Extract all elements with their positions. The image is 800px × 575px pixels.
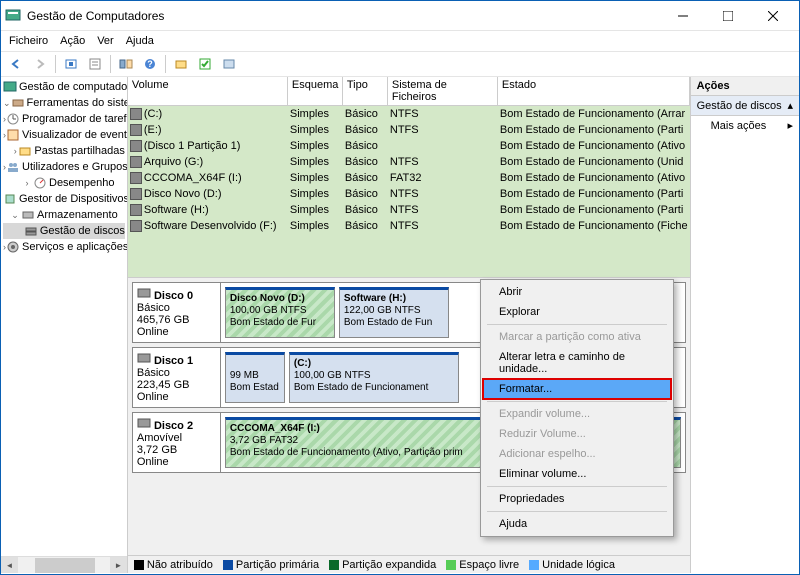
ctx-format[interactable]: Formatar... xyxy=(483,379,671,399)
volume-icon xyxy=(130,140,142,152)
context-menu: Abrir Explorar Marcar a partição como at… xyxy=(480,279,674,537)
ctx-open[interactable]: Abrir xyxy=(483,282,671,302)
actions-pane: Ações Gestão de discos▴ Mais ações▸ xyxy=(691,77,799,573)
disk-icon xyxy=(137,417,151,429)
menu-view[interactable]: Ver xyxy=(97,35,114,47)
actions-disk-mgmt[interactable]: Gestão de discos▴ xyxy=(691,96,799,116)
disk-icon xyxy=(137,352,151,364)
disk-0-label: Disco 0 Básico 465,76 GB Online xyxy=(133,283,221,342)
ctx-change-letter[interactable]: Alterar letra e caminho de unidade... xyxy=(483,347,671,379)
menu-action[interactable]: Ação xyxy=(60,35,85,47)
menu-file[interactable]: Ficheiro xyxy=(9,35,48,47)
action-1-button[interactable] xyxy=(170,53,192,75)
tree-shared-folders[interactable]: ›Pastas partilhadas xyxy=(3,143,125,159)
action-2-button[interactable] xyxy=(194,53,216,75)
tree-storage[interactable]: ⌄Armazenamento xyxy=(3,207,125,223)
col-volume[interactable]: Volume xyxy=(128,77,288,105)
svg-text:?: ? xyxy=(147,59,153,69)
volume-icon xyxy=(130,108,142,120)
volume-icon xyxy=(130,156,142,168)
disk-0-partition-d[interactable]: Disco Novo (D:)100,00 GB NTFSBom Estado … xyxy=(225,287,335,338)
col-type[interactable]: Tipo xyxy=(343,77,388,105)
back-button[interactable] xyxy=(5,53,27,75)
menu-help[interactable]: Ajuda xyxy=(126,35,154,47)
ctx-mark-active: Marcar a partição como ativa xyxy=(483,327,671,347)
legend-logical: Unidade lógica xyxy=(529,559,615,571)
refresh-button[interactable] xyxy=(115,53,137,75)
volume-icon xyxy=(130,220,142,232)
volume-icon xyxy=(130,172,142,184)
minimize-button[interactable] xyxy=(660,1,705,30)
volume-row[interactable]: (C:)SimplesBásicoNTFSBom Estado de Funci… xyxy=(128,106,690,122)
tree-sys-tools[interactable]: ⌄Ferramentas do sistema xyxy=(3,95,125,111)
legend-free: Espaço livre xyxy=(446,559,519,571)
volume-icon xyxy=(130,188,142,200)
tree-task-scheduler[interactable]: ›Programador de tarefas xyxy=(3,111,125,127)
window-title: Gestão de Computadores xyxy=(27,9,660,23)
action-3-button[interactable] xyxy=(218,53,240,75)
volume-row[interactable]: Software (H:)SimplesBásicoNTFSBom Estado… xyxy=(128,202,690,218)
maximize-button[interactable] xyxy=(705,1,750,30)
ctx-delete[interactable]: Eliminar volume... xyxy=(483,464,671,484)
tree-performance[interactable]: ›Desempenho xyxy=(3,175,125,191)
volume-icon xyxy=(130,124,142,136)
col-status[interactable]: Estado xyxy=(498,77,690,105)
volume-icon xyxy=(130,204,142,216)
actions-more[interactable]: Mais ações▸ xyxy=(691,116,799,135)
volume-row[interactable]: (Disco 1 Partição 1)SimplesBásicoBom Est… xyxy=(128,138,690,154)
ctx-extend: Expandir volume... xyxy=(483,404,671,424)
menubar: Ficheiro Ação Ver Ajuda xyxy=(1,31,799,51)
tree-event-viewer[interactable]: ›Visualizador de eventos xyxy=(3,127,125,143)
legend: Não atribuído Partição primária Partição… xyxy=(128,555,690,573)
tree-users-groups[interactable]: ›Utilizadores e Grupos Lo xyxy=(3,159,125,175)
properties-button[interactable] xyxy=(84,53,106,75)
disk-2-label: Disco 2 Amovível 3,72 GB Online xyxy=(133,413,221,472)
legend-primary: Partição primária xyxy=(223,559,319,571)
app-icon xyxy=(5,8,21,24)
collapse-icon: ▴ xyxy=(787,99,793,112)
disk-1-partition-1[interactable]: 99 MBBom Estad xyxy=(225,352,285,403)
help-button[interactable]: ? xyxy=(139,53,161,75)
volume-row[interactable]: (E:)SimplesBásicoNTFSBom Estado de Funci… xyxy=(128,122,690,138)
chevron-right-icon: ▸ xyxy=(787,119,793,132)
col-layout[interactable]: Esquema xyxy=(288,77,343,105)
volume-row[interactable]: Software Desenvolvido (F:)SimplesBásicoN… xyxy=(128,218,690,234)
nav-tree[interactable]: Gestão de computadores (loca ⌄Ferramenta… xyxy=(1,77,128,573)
close-button[interactable] xyxy=(750,1,795,30)
volume-row[interactable]: CCCOMA_X64F (I:)SimplesBásicoFAT32Bom Es… xyxy=(128,170,690,186)
tree-root[interactable]: Gestão de computadores (loca xyxy=(3,79,125,95)
actions-header: Ações xyxy=(691,77,799,96)
disk-icon xyxy=(137,287,151,299)
tree-disk-management[interactable]: Gestão de discos xyxy=(3,223,125,239)
ctx-mirror: Adicionar espelho... xyxy=(483,444,671,464)
volume-row[interactable]: Disco Novo (D:)SimplesBásicoNTFSBom Esta… xyxy=(128,186,690,202)
ctx-shrink: Reduzir Volume... xyxy=(483,424,671,444)
volume-table-header[interactable]: Volume Esquema Tipo Sistema de Ficheiros… xyxy=(128,77,690,106)
col-fs[interactable]: Sistema de Ficheiros xyxy=(388,77,498,105)
legend-unallocated: Não atribuído xyxy=(134,559,213,571)
toolbar: ? xyxy=(1,51,799,77)
ctx-properties[interactable]: Propriedades xyxy=(483,489,671,509)
volume-row[interactable]: Arquivo (G:)SimplesBásicoNTFSBom Estado … xyxy=(128,154,690,170)
disk-1-partition-c[interactable]: (C:)100,00 GB NTFSBom Estado de Funciona… xyxy=(289,352,459,403)
tree-h-scrollbar[interactable]: ◄► xyxy=(1,556,127,573)
tree-device-manager[interactable]: Gestor de Dispositivos xyxy=(3,191,125,207)
ctx-help[interactable]: Ajuda xyxy=(483,514,671,534)
volume-table[interactable]: Volume Esquema Tipo Sistema de Ficheiros… xyxy=(128,77,690,277)
titlebar: Gestão de Computadores xyxy=(1,1,799,31)
forward-button[interactable] xyxy=(29,53,51,75)
ctx-explore[interactable]: Explorar xyxy=(483,302,671,322)
disk-1-label: Disco 1 Básico 223,45 GB Online xyxy=(133,348,221,407)
legend-extended: Partição expandida xyxy=(329,559,436,571)
up-button[interactable] xyxy=(60,53,82,75)
disk-0-partition-h[interactable]: Software (H:)122,00 GB NTFSBom Estado de… xyxy=(339,287,449,338)
tree-services[interactable]: ›Serviços e aplicações xyxy=(3,239,125,255)
